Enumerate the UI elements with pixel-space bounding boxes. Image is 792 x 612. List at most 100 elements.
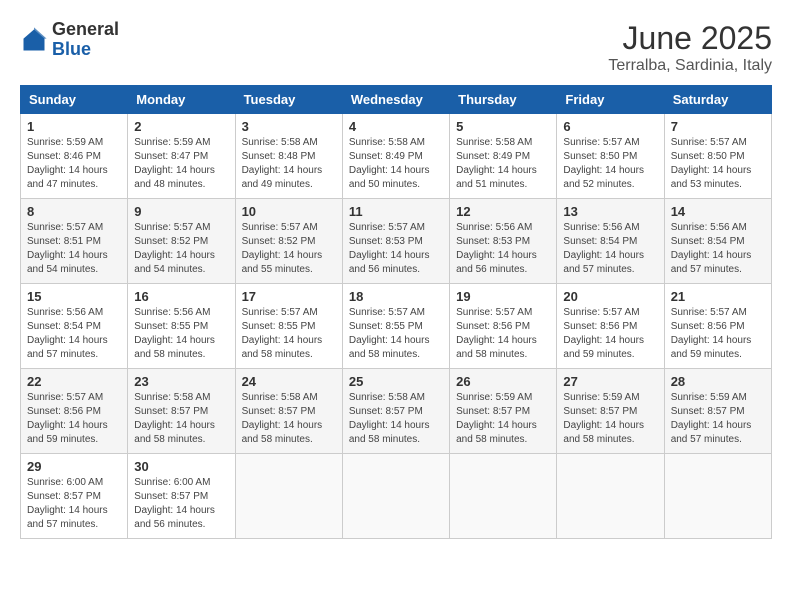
empty-cell	[664, 454, 771, 539]
week-row-5: 29 Sunrise: 6:00 AMSunset: 8:57 PMDayligh…	[21, 454, 772, 539]
day-number: 30	[134, 459, 228, 474]
day-cell-28: 28 Sunrise: 5:59 AMSunset: 8:57 PMDayligh…	[664, 369, 771, 454]
day-cell-14: 14 Sunrise: 5:56 AMSunset: 8:54 PMDayligh…	[664, 199, 771, 284]
logo-blue-text: Blue	[52, 39, 91, 59]
day-number: 4	[349, 119, 443, 134]
empty-cell	[557, 454, 664, 539]
day-number: 14	[671, 204, 765, 219]
day-info: Sunrise: 5:57 AMSunset: 8:56 PMDaylight:…	[27, 391, 121, 447]
logo-general-text: General	[52, 19, 119, 39]
day-info: Sunrise: 5:56 AMSunset: 8:54 PMDaylight:…	[27, 306, 121, 362]
column-header-monday: Monday	[128, 86, 235, 114]
day-info: Sunrise: 5:57 AMSunset: 8:52 PMDaylight:…	[242, 221, 336, 277]
logo: General Blue	[20, 20, 119, 60]
day-info: Sunrise: 5:57 AMSunset: 8:50 PMDaylight:…	[563, 136, 657, 192]
day-cell-15: 15Sunrise: 5:56 AMSunset: 8:54 PMDayligh…	[21, 284, 128, 369]
day-number: 18	[349, 289, 443, 304]
column-header-thursday: Thursday	[450, 86, 557, 114]
day-info: Sunrise: 5:56 AMSunset: 8:54 PMDaylight:…	[563, 221, 657, 277]
day-info: Sunrise: 5:56 AMSunset: 8:54 PMDaylight:…	[671, 221, 765, 277]
day-cell-27: 27 Sunrise: 5:59 AMSunset: 8:57 PMDayligh…	[557, 369, 664, 454]
day-number: 3	[242, 119, 336, 134]
day-cell-8: 8Sunrise: 5:57 AMSunset: 8:51 PMDaylight…	[21, 199, 128, 284]
column-header-tuesday: Tuesday	[235, 86, 342, 114]
day-number: 24	[242, 374, 336, 389]
day-cell-6: 6 Sunrise: 5:57 AMSunset: 8:50 PMDaylight…	[557, 114, 664, 199]
calendar-header-row: SundayMondayTuesdayWednesdayThursdayFrid…	[21, 86, 772, 114]
calendar-title: June 2025	[608, 20, 772, 57]
day-info: Sunrise: 5:57 AMSunset: 8:52 PMDaylight:…	[134, 221, 228, 277]
day-number: 13	[563, 204, 657, 219]
day-number: 1	[27, 119, 121, 134]
empty-cell	[342, 454, 449, 539]
day-info: Sunrise: 5:58 AMSunset: 8:57 PMDaylight:…	[349, 391, 443, 447]
day-cell-20: 20 Sunrise: 5:57 AMSunset: 8:56 PMDayligh…	[557, 284, 664, 369]
logo-text: General Blue	[52, 20, 119, 60]
day-info: Sunrise: 5:57 AMSunset: 8:56 PMDaylight:…	[456, 306, 550, 362]
day-cell-11: 11Sunrise: 5:57 AMSunset: 8:53 PMDayligh…	[342, 199, 449, 284]
day-number: 10	[242, 204, 336, 219]
day-info: Sunrise: 5:57 AMSunset: 8:50 PMDaylight:…	[671, 136, 765, 192]
week-row-2: 8Sunrise: 5:57 AMSunset: 8:51 PMDaylight…	[21, 199, 772, 284]
calendar-subtitle: Terralba, Sardinia, Italy	[608, 57, 772, 75]
day-cell-13: 13 Sunrise: 5:56 AMSunset: 8:54 PMDayligh…	[557, 199, 664, 284]
day-number: 21	[671, 289, 765, 304]
day-number: 20	[563, 289, 657, 304]
day-info: Sunrise: 5:59 AMSunset: 8:57 PMDaylight:…	[563, 391, 657, 447]
day-info: Sunrise: 5:59 AMSunset: 8:47 PMDaylight:…	[134, 136, 228, 192]
day-cell-5: 5Sunrise: 5:58 AMSunset: 8:49 PMDaylight…	[450, 114, 557, 199]
day-number: 22	[27, 374, 121, 389]
column-header-saturday: Saturday	[664, 86, 771, 114]
day-cell-1: 1 Sunrise: 5:59 AMSunset: 8:46 PMDaylight…	[21, 114, 128, 199]
day-cell-9: 9 Sunrise: 5:57 AMSunset: 8:52 PMDaylight…	[128, 199, 235, 284]
day-cell-2: 2 Sunrise: 5:59 AMSunset: 8:47 PMDaylight…	[128, 114, 235, 199]
empty-cell	[235, 454, 342, 539]
day-cell-10: 10 Sunrise: 5:57 AMSunset: 8:52 PMDayligh…	[235, 199, 342, 284]
day-number: 12	[456, 204, 550, 219]
week-row-1: 1 Sunrise: 5:59 AMSunset: 8:46 PMDaylight…	[21, 114, 772, 199]
day-cell-22: 22 Sunrise: 5:57 AMSunset: 8:56 PMDayligh…	[21, 369, 128, 454]
day-cell-23: 23Sunrise: 5:58 AMSunset: 8:57 PMDayligh…	[128, 369, 235, 454]
day-cell-18: 18 Sunrise: 5:57 AMSunset: 8:55 PMDayligh…	[342, 284, 449, 369]
day-cell-7: 7 Sunrise: 5:57 AMSunset: 8:50 PMDaylight…	[664, 114, 771, 199]
page-container: General Blue June 2025 Terralba, Sardini…	[20, 20, 772, 539]
day-number: 28	[671, 374, 765, 389]
day-info: Sunrise: 5:57 AMSunset: 8:56 PMDaylight:…	[671, 306, 765, 362]
day-cell-26: 26Sunrise: 5:59 AMSunset: 8:57 PMDayligh…	[450, 369, 557, 454]
day-number: 23	[134, 374, 228, 389]
day-cell-24: 24 Sunrise: 5:58 AMSunset: 8:57 PMDayligh…	[235, 369, 342, 454]
column-header-friday: Friday	[557, 86, 664, 114]
day-number: 2	[134, 119, 228, 134]
column-header-wednesday: Wednesday	[342, 86, 449, 114]
day-info: Sunrise: 5:58 AMSunset: 8:48 PMDaylight:…	[242, 136, 336, 192]
day-info: Sunrise: 5:59 AMSunset: 8:46 PMDaylight:…	[27, 136, 121, 192]
day-cell-17: 17Sunrise: 5:57 AMSunset: 8:55 PMDayligh…	[235, 284, 342, 369]
day-info: Sunrise: 5:57 AMSunset: 8:56 PMDaylight:…	[563, 306, 657, 362]
generalblue-logo-icon	[20, 26, 48, 54]
day-number: 19	[456, 289, 550, 304]
day-info: Sunrise: 5:57 AMSunset: 8:55 PMDaylight:…	[349, 306, 443, 362]
day-cell-3: 3 Sunrise: 5:58 AMSunset: 8:48 PMDaylight…	[235, 114, 342, 199]
day-number: 5	[456, 119, 550, 134]
day-number: 6	[563, 119, 657, 134]
column-header-sunday: Sunday	[21, 86, 128, 114]
day-number: 27	[563, 374, 657, 389]
day-number: 7	[671, 119, 765, 134]
day-info: Sunrise: 5:59 AMSunset: 8:57 PMDaylight:…	[671, 391, 765, 447]
day-cell-19: 19 Sunrise: 5:57 AMSunset: 8:56 PMDayligh…	[450, 284, 557, 369]
day-number: 9	[134, 204, 228, 219]
day-cell-16: 16Sunrise: 5:56 AMSunset: 8:55 PMDayligh…	[128, 284, 235, 369]
day-info: Sunrise: 5:58 AMSunset: 8:57 PMDaylight:…	[242, 391, 336, 447]
day-info: Sunrise: 6:00 AMSunset: 8:57 PMDaylight:…	[27, 476, 121, 532]
header: General Blue June 2025 Terralba, Sardini…	[20, 20, 772, 75]
week-row-4: 22 Sunrise: 5:57 AMSunset: 8:56 PMDayligh…	[21, 369, 772, 454]
day-number: 29	[27, 459, 121, 474]
day-info: Sunrise: 5:57 AMSunset: 8:53 PMDaylight:…	[349, 221, 443, 277]
day-number: 17	[242, 289, 336, 304]
week-row-3: 15Sunrise: 5:56 AMSunset: 8:54 PMDayligh…	[21, 284, 772, 369]
calendar-table: SundayMondayTuesdayWednesdayThursdayFrid…	[20, 85, 772, 539]
day-cell-21: 21 Sunrise: 5:57 AMSunset: 8:56 PMDayligh…	[664, 284, 771, 369]
day-info: Sunrise: 6:00 AMSunset: 8:57 PMDaylight:…	[134, 476, 228, 532]
day-info: Sunrise: 5:59 AMSunset: 8:57 PMDaylight:…	[456, 391, 550, 447]
empty-cell	[450, 454, 557, 539]
